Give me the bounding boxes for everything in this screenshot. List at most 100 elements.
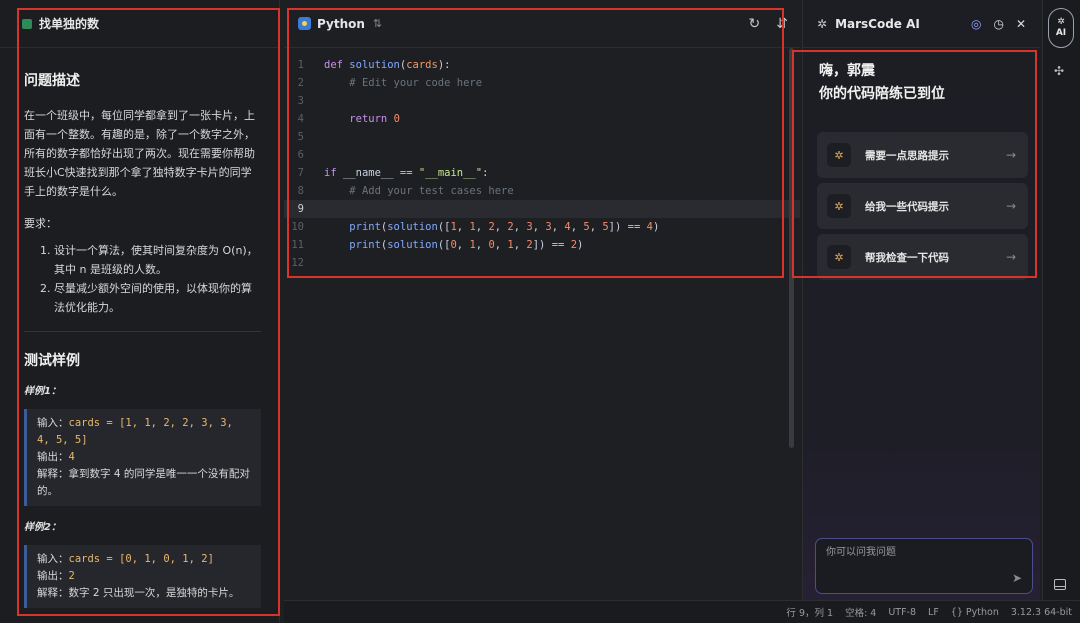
line-number: 1 [297,59,304,71]
switch-icon[interactable]: ⇅ [373,17,382,30]
code-line-active[interactable]: 9 [284,200,800,218]
line-number: 11 [291,239,304,251]
ai-header-tools: ◎ ◷ ✕ [971,17,1026,31]
language-mode[interactable]: {} Python [951,607,999,618]
line-number: 8 [297,185,304,197]
editor-tabbar: Python ⇅ ↻ ⇵ [284,0,800,48]
chat-input[interactable] [816,539,1032,566]
editor-tools: ↻ ⇵ [749,16,788,32]
ai-badge-icon[interactable]: ◎ [971,17,981,31]
line-number: 9 [297,203,304,215]
problem-title: 找单独的数 [39,17,100,31]
chat-box: ➤ [815,538,1033,594]
output-prefix: 输出： [37,570,69,582]
greeting-line2: 你的代码陪练已到位 [819,86,945,102]
requirements-label: 要求： [24,217,57,230]
sparkle-icon: ✲ [827,194,851,218]
suggestion-button[interactable]: ✲ 帮我检查一下代码 → [817,234,1028,280]
python-icon [298,17,311,30]
code-line[interactable]: 7 if __name__ == "__main__": [284,164,800,182]
requirements-list: 设计一个算法，使其时间复杂度为 O(n)，其中 n 是班级的人数。 尽量减少额外… [24,241,261,317]
line-number: 5 [297,131,304,143]
sample-output: 输出：4 [37,449,251,466]
input-value: cards = [0, 1, 0, 1, 2] [68,553,214,565]
greeting-line1: 嗨，郭震 [819,63,875,79]
ai-rail-label: AI [1055,28,1067,38]
code-line[interactable]: 5 [284,128,800,146]
suggestion-list: ✲ 需要一点思路提示 → ✲ 给我一些代码提示 → ✲ 帮我检查一下代码 → [803,132,1040,280]
bug-icon[interactable]: ✣ [1054,64,1064,78]
status-bar: 行 9，列 1 空格: 4 UTF-8 LF {} Python 3.12.3 … [284,600,1080,623]
divider [24,331,261,332]
explain-prefix: 解释： [37,587,69,599]
code-line[interactable]: 10 print(solution([1, 1, 2, 2, 3, 3, 4, … [284,218,800,236]
sample-input: 输入：cards = [0, 1, 0, 1, 2] [37,551,251,568]
sample-explain: 解释：拿到数字 4 的同学是唯一一个没有配对的。 [37,466,251,500]
tests-heading: 测试样例 [24,353,80,369]
line-number: 6 [297,149,304,161]
line-number: 2 [297,77,304,89]
sparkle-icon: ✲ [827,143,851,167]
ai-header: ✲ MarsCode AI ◎ ◷ ✕ [803,0,1040,48]
sample-block: 输入：cards = [1, 1, 2, 2, 3, 3, 4, 5, 5] 输… [24,409,261,506]
sample-output: 输出：2 [37,568,251,585]
line-number: 4 [297,113,304,125]
document-icon [22,18,32,29]
cursor-position[interactable]: 行 9，列 1 [786,605,833,619]
problem-panel: 找单独的数 问题描述 在一个班级中，每位同学都拿到了一张卡片，上面有一个整数。有… [0,0,280,623]
format-icon[interactable]: ⇵ [776,16,788,32]
refresh-icon[interactable]: ↻ [749,16,761,32]
requirement-item: 设计一个算法，使其时间复杂度为 O(n)，其中 n 是班级的人数。 [54,241,261,279]
code-line[interactable]: 6 [284,146,800,164]
code-editor[interactable]: Python ⇅ ↻ ⇵ 1 def solution(cards): 2 # E… [284,0,800,600]
interpreter-version[interactable]: 3.12.3 64-bit [1011,607,1072,618]
output-value: 4 [68,451,75,463]
code-line[interactable]: 4 return 0 [284,110,800,128]
sample-block: 输入：cards = [0, 1, 0, 1, 2] 输出：2 解释：数字 2 … [24,545,261,608]
indent-setting[interactable]: 空格: 4 [845,605,876,619]
sparkle-icon: ✲ [1057,17,1065,27]
explain-value: 数字 2 只出现一次，是独特的卡片。 [68,587,240,599]
line-number: 10 [291,221,304,233]
explain-value: 拿到数字 4 的同学是唯一一个没有配对的。 [37,468,250,497]
problem-header: 找单独的数 [0,0,279,48]
sample-explain: 解释：数字 2 只出现一次，是独特的卡片。 [37,585,251,602]
send-icon[interactable]: ➤ [1012,571,1022,585]
ai-panel: ✲ MarsCode AI ◎ ◷ ✕ 嗨，郭震 你的代码陪练已到位 ✲ 需要一… [802,0,1040,600]
code-line[interactable]: 12 [284,254,800,272]
suggestion-label: 帮我检查一下代码 [865,251,949,264]
language-selector[interactable]: Python [317,17,365,31]
panel-layout-icon[interactable] [1054,579,1066,590]
problem-content: 问题描述 在一个班级中，每位同学都拿到了一张卡片，上面有一个整数。有趣的是，除了… [0,70,279,608]
output-prefix: 输出： [37,451,69,463]
encoding[interactable]: UTF-8 [888,607,916,618]
editor-scrollbar[interactable] [789,48,794,448]
code-line[interactable]: 1 def solution(cards): [284,56,800,74]
right-rail: ✲ AI ✣ [1042,0,1080,600]
description-heading: 问题描述 [24,73,80,89]
close-icon[interactable]: ✕ [1016,17,1026,31]
code-line[interactable]: 3 [284,92,800,110]
requirement-item: 尽量减少额外空间的使用，以体现你的算法优化能力。 [54,279,261,317]
arrow-right-icon: → [1005,250,1016,264]
code-line[interactable]: 2 # Edit your code here [284,74,800,92]
problem-description: 在一个班级中，每位同学都拿到了一张卡片，上面有一个整数。有趣的是，除了一个数字之… [24,109,255,198]
ai-title: MarsCode AI [835,16,920,31]
arrow-right-icon: → [1005,148,1016,162]
line-number: 12 [291,257,304,269]
suggestion-button[interactable]: ✲ 给我一些代码提示 → [817,183,1028,229]
suggestion-button[interactable]: ✲ 需要一点思路提示 → [817,132,1028,178]
ai-toggle-button[interactable]: ✲ AI [1048,8,1074,48]
line-ending[interactable]: LF [928,607,939,618]
sample-input: 输入：cards = [1, 1, 2, 2, 3, 3, 4, 5, 5] [37,415,251,449]
line-number: 3 [297,95,304,107]
output-value: 2 [68,570,75,582]
input-prefix: 输入： [37,553,69,565]
code-line[interactable]: 8 # Add your test cases here [284,182,800,200]
sample-label: 样例2： [24,522,61,533]
code-area[interactable]: 1 def solution(cards): 2 # Edit your code… [284,48,800,272]
code-line[interactable]: 11 print(solution([0, 1, 0, 1, 2]) == 2) [284,236,800,254]
suggestion-label: 需要一点思路提示 [865,149,949,162]
history-icon[interactable]: ◷ [993,17,1003,31]
sample-label: 样例1： [24,386,61,397]
